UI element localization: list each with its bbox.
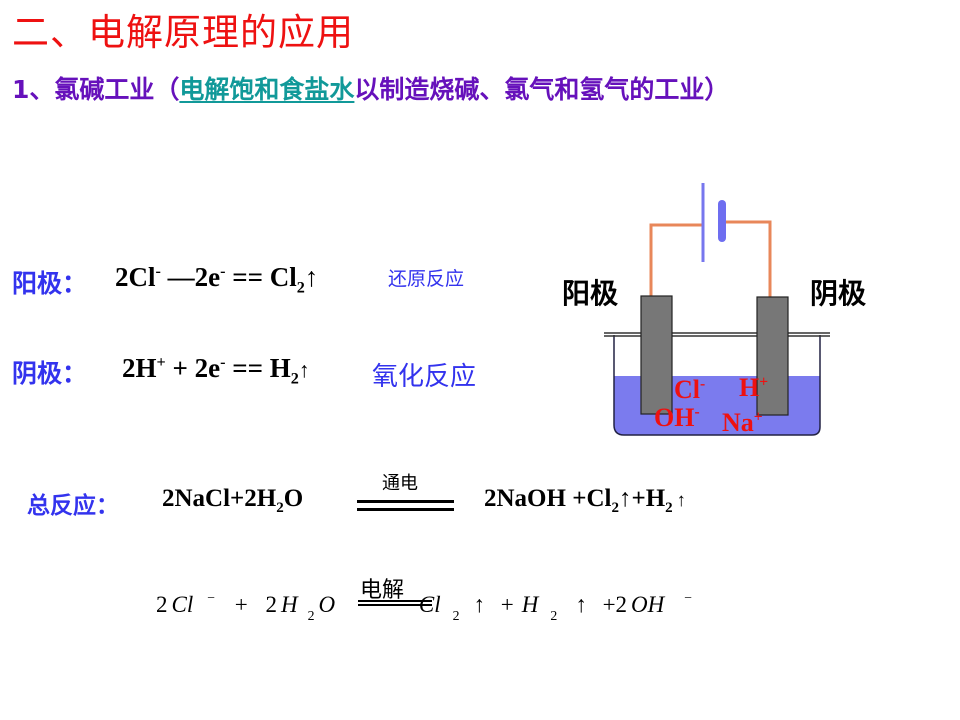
cathode-wire bbox=[723, 220, 772, 298]
species: Cl bbox=[171, 592, 194, 617]
total-reactants: 2NaCl+2H2O bbox=[162, 485, 303, 517]
gas-arrow-icon: ↑ bbox=[676, 490, 687, 511]
ion-symbol: Na bbox=[722, 408, 754, 437]
subscript: 2 bbox=[290, 369, 299, 388]
charge: − bbox=[207, 590, 216, 605]
total-formula-part: O bbox=[283, 485, 304, 512]
gas-arrow-icon: ↑ bbox=[618, 485, 632, 512]
section-subtitle: 1、氯碱工业（电解饱和食盐水以制造烧碱、氯气和氢气的工业） bbox=[12, 70, 729, 106]
gas-arrow-icon: ↑ bbox=[304, 262, 319, 292]
subscript: 2 bbox=[550, 608, 558, 623]
ion-charge: + bbox=[759, 373, 769, 391]
total-reaction-label: 总反应： bbox=[27, 493, 119, 519]
cathode-formula: 2H+ + 2e- == H2↑ bbox=[122, 353, 310, 388]
cathode-charge: + bbox=[156, 353, 166, 371]
anode-note: 还原反应 bbox=[388, 268, 465, 290]
charge: − bbox=[684, 590, 693, 605]
cathode-formula-part: == H bbox=[225, 353, 291, 383]
plus-sign: + bbox=[500, 592, 514, 617]
page-title: 二、电解原理的应用 bbox=[12, 11, 354, 54]
anode-formula-part: == Cl bbox=[225, 262, 297, 292]
cathode-formula-part: + 2e bbox=[165, 353, 221, 383]
subscript: 2 bbox=[665, 500, 673, 516]
subtitle-link[interactable]: 电解饱和食盐水 bbox=[179, 75, 354, 104]
ion-charge: - bbox=[694, 403, 700, 421]
ion-symbol: H bbox=[739, 373, 760, 402]
ionic-equation: 2 Cl − + 2H2O Cl 2 ↑ + H 2 ↑ +2 OH − bbox=[156, 590, 692, 624]
species: O bbox=[318, 592, 336, 617]
equals-bar-bottom bbox=[357, 508, 454, 511]
cathode-formula-part: 2H bbox=[122, 353, 157, 383]
coefficient: 2 bbox=[265, 592, 278, 617]
anode-label: 阳极： bbox=[12, 269, 88, 298]
subscript: 2 bbox=[276, 500, 284, 516]
diagram-cathode-label: 阴极 bbox=[810, 277, 867, 310]
total-formula-part: 2NaCl+2H bbox=[162, 485, 277, 512]
cathode-note: 氧化反应 bbox=[372, 362, 477, 392]
gas-arrow-icon: ↑ bbox=[473, 592, 486, 617]
anode-formula-part: 2Cl bbox=[115, 262, 156, 292]
plus-sign: + bbox=[602, 592, 616, 617]
subscript: 2 bbox=[307, 608, 315, 623]
anode-formula: 2Cl- —2e- == Cl2↑ bbox=[115, 262, 318, 297]
ion-hydroxide: OH- bbox=[654, 403, 700, 433]
ion-hydrogen: H+ bbox=[739, 373, 768, 403]
total-formula-part: 2NaOH +Cl bbox=[484, 485, 612, 512]
ion-charge: + bbox=[753, 408, 763, 426]
coefficient: 2 bbox=[615, 592, 628, 617]
subscript: 2 bbox=[452, 608, 460, 623]
ion-symbol: OH bbox=[654, 403, 695, 432]
ion-chloride: Cl- bbox=[674, 375, 705, 405]
anode-formula-part: —2e bbox=[160, 262, 221, 292]
subtitle-prefix: 1、氯碱工业（ bbox=[12, 75, 180, 104]
species: H bbox=[521, 592, 539, 617]
anode-electrode bbox=[640, 295, 673, 415]
subtitle-suffix: 以制造烧碱、氯气和氢气的工业） bbox=[354, 75, 730, 104]
diagram-anode-label: 阳极 bbox=[562, 277, 619, 310]
subscript: 2 bbox=[296, 278, 305, 297]
ionic-equals-bar-bottom bbox=[358, 604, 432, 606]
ionic-equals-bar-top bbox=[358, 600, 432, 602]
plus-sign: + bbox=[234, 592, 248, 617]
species: H bbox=[281, 592, 298, 617]
total-formula-part: +H bbox=[631, 485, 666, 512]
cathode-label: 阴极： bbox=[12, 359, 88, 388]
total-condition: 通电 bbox=[382, 473, 418, 494]
anode-wire bbox=[649, 223, 703, 298]
electrolysis-diagram: 阳极 阴极 Cl- H+ OH- Na+ bbox=[540, 170, 900, 460]
total-products: 2NaOH +Cl2↑+H2 ↑ bbox=[484, 485, 686, 517]
coefficient: 2 bbox=[156, 592, 168, 617]
species: OH bbox=[631, 592, 665, 617]
ion-charge: - bbox=[700, 375, 706, 393]
ion-sodium: Na+ bbox=[722, 408, 763, 438]
ion-symbol: Cl bbox=[674, 375, 700, 404]
battery-short-plate-icon bbox=[718, 200, 726, 242]
equals-bar-top bbox=[357, 500, 454, 503]
gas-arrow-icon: ↑ bbox=[298, 358, 310, 382]
gas-arrow-icon: ↑ bbox=[575, 592, 587, 617]
electrolysis-cell-svg bbox=[604, 183, 830, 436]
subscript: 2 bbox=[611, 500, 619, 516]
